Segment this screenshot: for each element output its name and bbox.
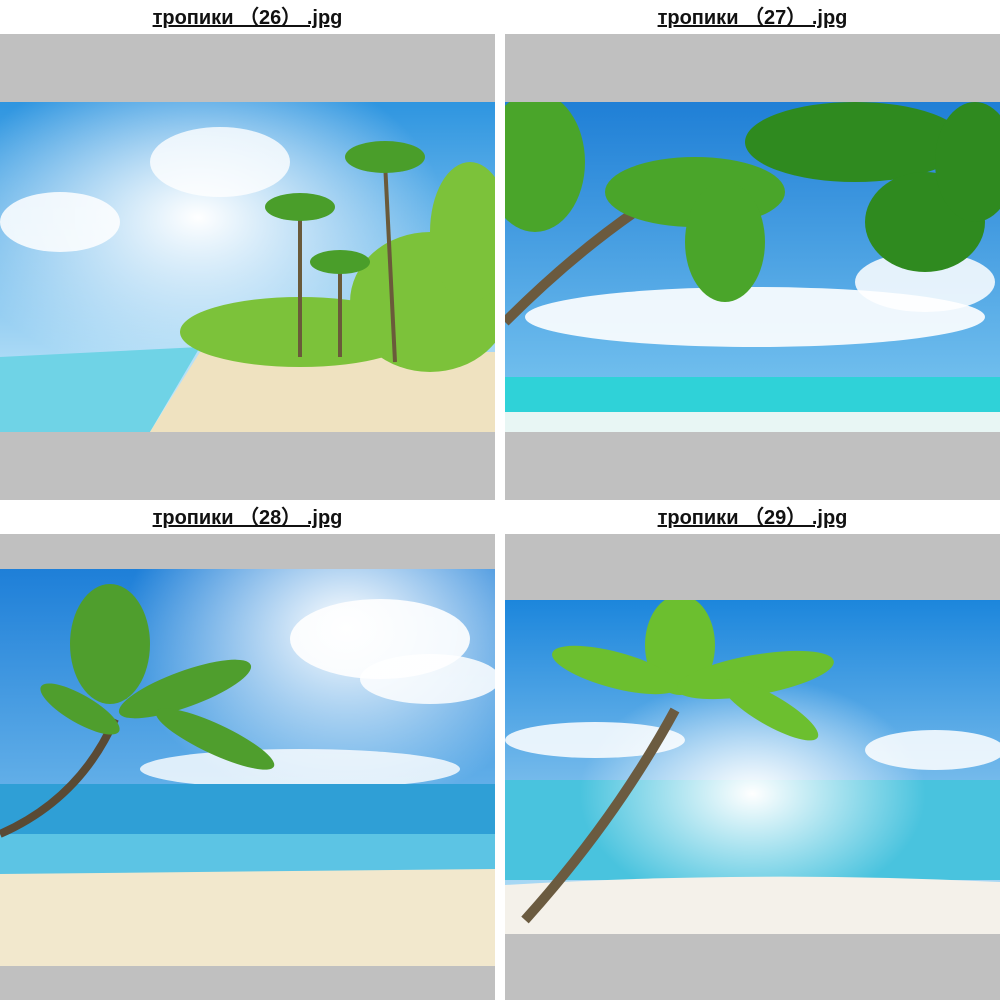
thumbnail-frame[interactable] — [505, 534, 1000, 1000]
thumbnail-filename[interactable]: тропики （29） .jpg — [505, 500, 1000, 534]
thumbnail-frame[interactable] — [505, 34, 1000, 500]
tropical-beach-photo — [505, 600, 1000, 934]
thumbnail-tile-28[interactable]: тропики （28） .jpg — [0, 500, 495, 1000]
thumbnail-tile-27[interactable]: тропики （27） .jpg — [505, 0, 1000, 500]
thumbnail-filename[interactable]: тропики （27） .jpg — [505, 0, 1000, 34]
tropical-beach-photo — [0, 569, 495, 966]
thumbnail-tile-26[interactable]: тропики （26） .jpg — [0, 0, 495, 500]
tropical-beach-photo — [0, 102, 495, 432]
thumbnail-frame[interactable] — [0, 34, 495, 500]
thumbnail-tile-29[interactable]: тропики （29） .jpg — [505, 500, 1000, 1000]
tropical-beach-photo — [505, 102, 1000, 432]
thumbnail-filename[interactable]: тропики （26） .jpg — [0, 0, 495, 34]
thumbnail-filename[interactable]: тропики （28） .jpg — [0, 500, 495, 534]
thumbnail-frame[interactable] — [0, 534, 495, 1000]
